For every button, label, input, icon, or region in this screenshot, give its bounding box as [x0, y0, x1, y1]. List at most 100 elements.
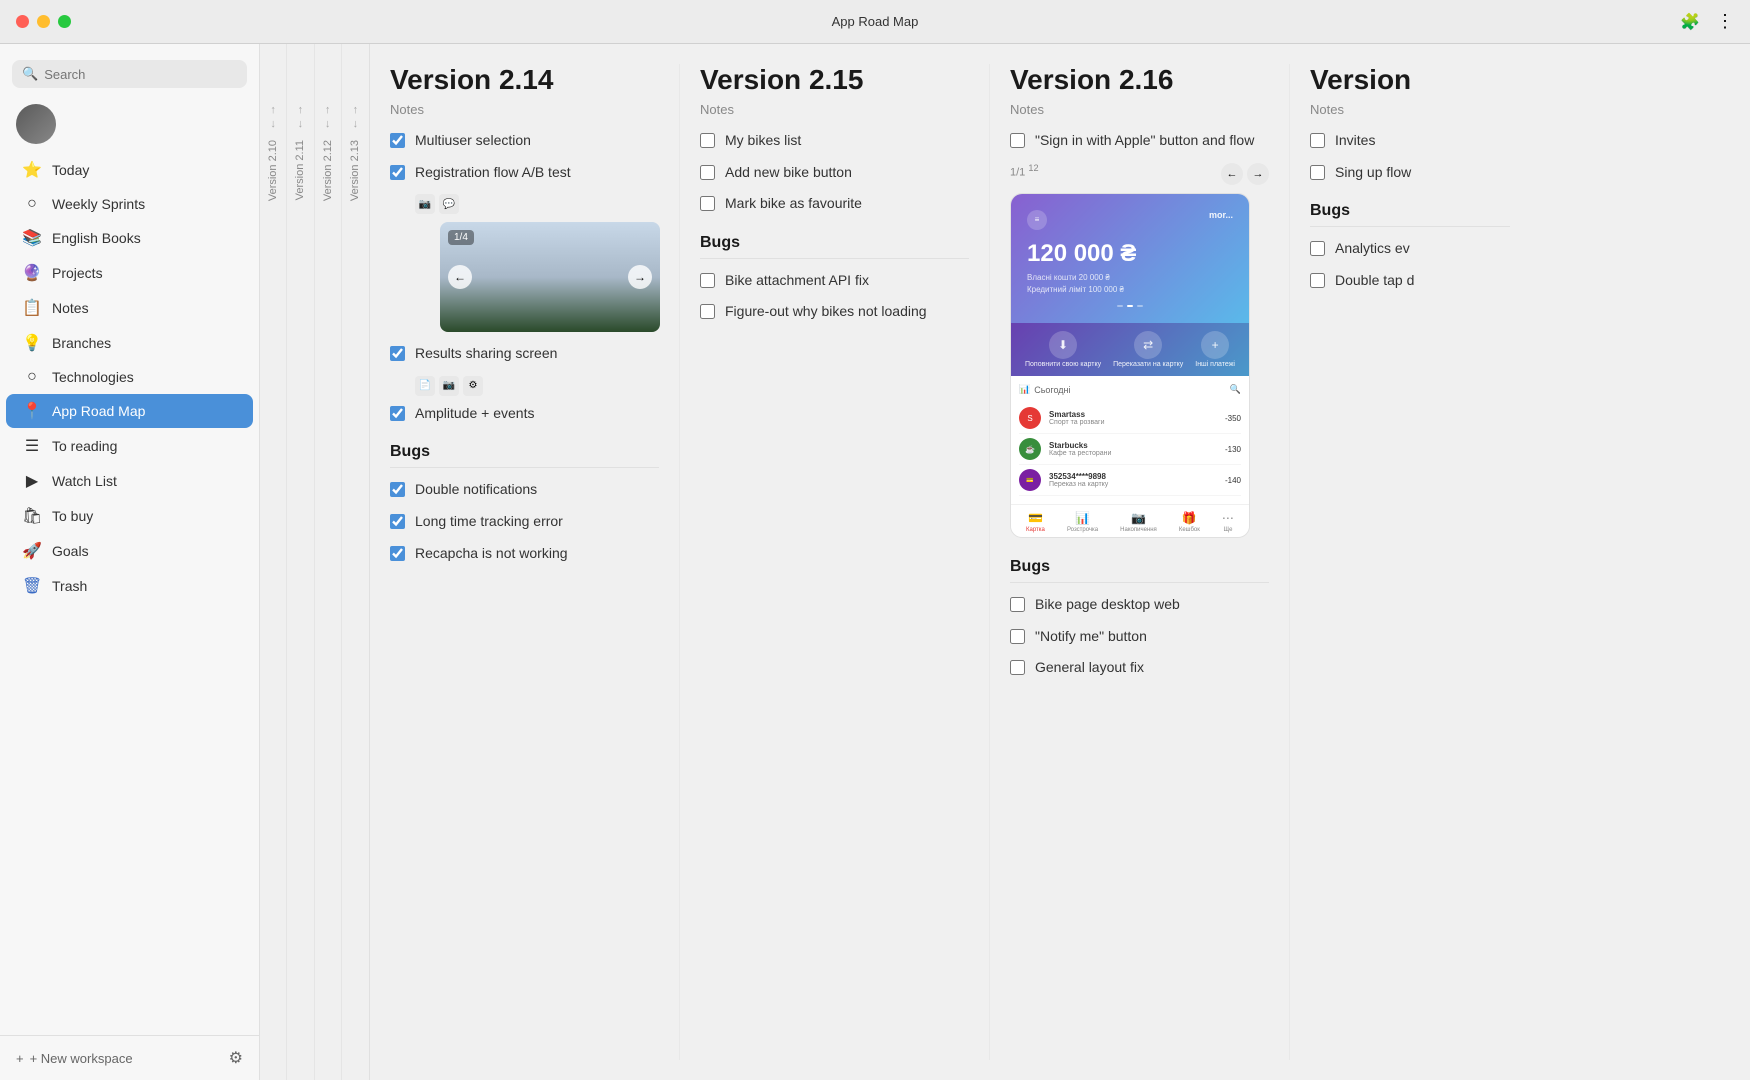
checkbox-217-1[interactable]: [1310, 165, 1325, 180]
vtab-label-3[interactable]: Version 2.13: [349, 132, 361, 209]
carousel-prev-button[interactable]: ←: [448, 265, 472, 289]
maximize-button[interactable]: [58, 15, 71, 28]
vtab-label-1[interactable]: Version 2.11: [294, 132, 306, 208]
checkbox-217-0[interactable]: [1310, 133, 1325, 148]
sidebar-item-label: Projects: [52, 265, 103, 281]
minimize-button[interactable]: [37, 15, 50, 28]
sidebar-item-branches[interactable]: 💡 Branches: [6, 326, 253, 360]
bug-checkbox-214-1[interactable]: [390, 514, 405, 529]
sidebar-item-today[interactable]: ⭐ Today: [6, 153, 253, 187]
sidebar-item-trash[interactable]: 🗑 Trash: [6, 569, 253, 603]
vtab-arrow-down-3[interactable]: ↓: [353, 118, 359, 130]
bug-checkbox-214-0[interactable]: [390, 482, 405, 497]
search-icon-phone: 🔍: [1230, 384, 1241, 395]
vtab-col-1: ↑ ↓ Version 2.11: [287, 44, 314, 1080]
sidebar-item-technologies[interactable]: ○ Technologies: [6, 361, 253, 393]
checkbox-215-2[interactable]: [700, 196, 715, 211]
check-item-text-215-2: Mark bike as favourite: [725, 194, 862, 214]
vtab-arrow-up-1[interactable]: ↑: [298, 104, 304, 116]
watch-icon: ▶: [22, 471, 42, 491]
phone-screen: ≡ mor... 120 000 ₴ Власні кошти 20 000 ₴…: [1011, 194, 1249, 324]
menu-icon[interactable]: ⋮: [1716, 11, 1734, 32]
extensions-icon[interactable]: 🧩: [1680, 12, 1700, 32]
bug-checkbox-217-0[interactable]: [1310, 241, 1325, 256]
screenshot-nav-label: 1/1 12: [1010, 163, 1039, 185]
new-workspace-button[interactable]: + + New workspace: [16, 1051, 133, 1066]
carousel-counter: 1/4: [448, 230, 474, 245]
check-item-217-0: Invites: [1310, 131, 1510, 151]
bug-text-214-2: Recapcha is not working: [415, 544, 568, 564]
vtab-arrow-down-1[interactable]: ↓: [298, 118, 304, 130]
bug-checkbox-216-1[interactable]: [1010, 629, 1025, 644]
checkbox-215-1[interactable]: [700, 165, 715, 180]
tab-icon-1: 📊: [1075, 511, 1090, 525]
bug-checkbox-215-1[interactable]: [700, 304, 715, 319]
close-button[interactable]: [16, 15, 29, 28]
phone-list-name-1: Starbucks: [1049, 441, 1217, 450]
phone-tab-1[interactable]: 📊 Розстрочка: [1067, 511, 1098, 533]
vtab-arrow-up-2[interactable]: ↑: [325, 104, 331, 116]
bug-checkbox-214-2[interactable]: [390, 546, 405, 561]
checkbox-215-0[interactable]: [700, 133, 715, 148]
bug-checkbox-215-0[interactable]: [700, 273, 715, 288]
bug-text-216-0: Bike page desktop web: [1035, 595, 1180, 615]
checkbox-214-0[interactable]: [390, 133, 405, 148]
sidebar-item-english-books[interactable]: 📚 English Books: [6, 221, 253, 255]
search-input[interactable]: [44, 67, 237, 82]
sidebar-nav: ⭐ Today ○ Weekly Sprints 📚 English Books…: [0, 152, 259, 1035]
sidebar-item-to-buy[interactable]: 🛍 To buy: [6, 499, 253, 533]
bug-item-217-0: Analytics ev: [1310, 239, 1510, 259]
version-title-215: Version 2.15: [700, 64, 969, 96]
circle-icon: ○: [22, 195, 42, 213]
sidebar-item-weekly-sprints[interactable]: ○ Weekly Sprints: [6, 188, 253, 220]
vtab-arrow-up-0[interactable]: ↑: [270, 104, 276, 116]
settings-icon[interactable]: ⚙: [229, 1048, 243, 1068]
checkbox-214-1[interactable]: [390, 165, 405, 180]
version-column-215: Version 2.15 Notes My bikes list Add new…: [700, 64, 990, 1060]
phone-title-label: mor...: [1209, 210, 1233, 230]
trash-icon: 🗑: [22, 576, 42, 596]
phone-tab-4[interactable]: ⋯ Ще: [1222, 511, 1234, 533]
map-icon: 📍: [22, 401, 42, 421]
phone-bottom-tabs: 💳 Картка 📊 Розстрочка 📷 Накопичення: [1011, 504, 1249, 537]
checkbox-214-2[interactable]: [390, 346, 405, 361]
phone-list-header: 📊 Сьогодні 🔍: [1019, 384, 1241, 395]
bug-text-217-1: Double tap d: [1335, 271, 1414, 291]
vtab-arrow-down-2[interactable]: ↓: [325, 118, 331, 130]
notes-icon: 📋: [22, 298, 42, 318]
bug-checkbox-217-1[interactable]: [1310, 273, 1325, 288]
screenshot-prev-button[interactable]: ←: [1221, 163, 1243, 185]
sidebar-item-goals[interactable]: 🚀 Goals: [6, 534, 253, 568]
sidebar-item-label: Goals: [52, 543, 89, 559]
phone-list-amount-2: -140: [1225, 476, 1241, 485]
screenshot-next-button[interactable]: →: [1247, 163, 1269, 185]
phone-action-label-1: Переказати на картку: [1113, 361, 1183, 368]
checkbox-216-0[interactable]: [1010, 133, 1025, 148]
sidebar-item-label: To buy: [52, 508, 93, 524]
vtab-arrow-up-3[interactable]: ↑: [353, 104, 359, 116]
vtab-arrow-down-0[interactable]: ↓: [270, 118, 276, 130]
phone-tab-2[interactable]: 📷 Накопичення: [1120, 511, 1157, 533]
phone-tab-label-0: Картка: [1026, 527, 1045, 533]
phone-list-item-1: ☕ Starbucks Кафе та ресторани -130: [1019, 434, 1241, 465]
sidebar-item-to-reading[interactable]: ☰ To reading: [6, 429, 253, 463]
carousel-next-button[interactable]: →: [628, 265, 652, 289]
bug-item-215-0: Bike attachment API fix: [700, 271, 969, 291]
phone-tab-0[interactable]: 💳 Картка: [1026, 511, 1045, 533]
sidebar-item-watch-list[interactable]: ▶ Watch List: [6, 464, 253, 498]
vtab-label-2[interactable]: Version 2.12: [322, 132, 334, 209]
bug-checkbox-216-0[interactable]: [1010, 597, 1025, 612]
sidebar-item-notes[interactable]: 📋 Notes: [6, 291, 253, 325]
search-container[interactable]: 🔍: [12, 60, 247, 88]
phone-list: 📊 Сьогодні 🔍 S Smartass Спорт та: [1011, 376, 1249, 504]
sidebar-item-label: App Road Map: [52, 403, 145, 419]
bug-checkbox-216-2[interactable]: [1010, 660, 1025, 675]
sidebar-item-app-road-map[interactable]: 📍 App Road Map: [6, 394, 253, 428]
phone-tab-3[interactable]: 🎁 Кешбок: [1179, 511, 1200, 533]
sidebar-item-projects[interactable]: 🔮 Projects: [6, 256, 253, 290]
vtab-label-0[interactable]: Version 2.10: [267, 132, 279, 209]
phone-amount: 120 000 ₴: [1027, 240, 1233, 268]
phone-list-text-2: 352534****9898 Переказ на картку: [1049, 472, 1217, 488]
carousel-214: 1/4 ← →: [440, 222, 660, 332]
checkbox-214-3[interactable]: [390, 406, 405, 421]
